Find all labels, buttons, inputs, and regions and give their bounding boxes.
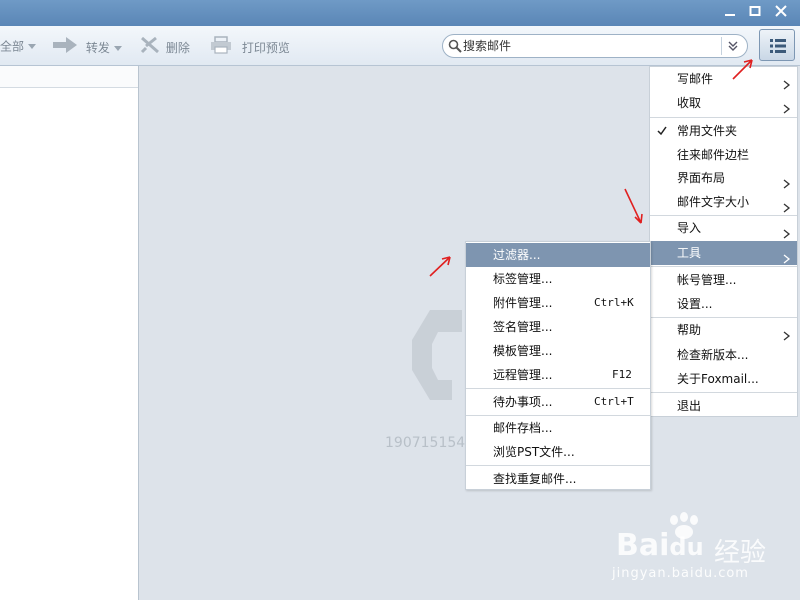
search-box[interactable]	[442, 34, 748, 58]
submenu-item-template-manager[interactable]: 模板管理...	[466, 339, 650, 363]
menu-item-label: 签名管理...	[493, 320, 553, 334]
folder-pane[interactable]	[0, 66, 139, 600]
menu-separator	[650, 392, 797, 393]
menu-item-label: 工具	[677, 246, 702, 260]
menu-item-about[interactable]: 关于Foxmail...	[650, 367, 797, 391]
delete-icon	[140, 36, 160, 60]
menu-item-shortcut: Ctrl+K	[594, 296, 634, 309]
submenu-item-mail-archive[interactable]: 邮件存档...	[466, 416, 650, 440]
menu-item-receive[interactable]: 收取	[650, 91, 797, 115]
printer-icon	[210, 36, 232, 60]
menu-item-label: 检查新版本...	[677, 348, 749, 362]
menu-item-label: 远程管理...	[493, 368, 553, 382]
menu-separator	[650, 117, 797, 118]
menu-item-help[interactable]: 帮助	[650, 318, 797, 342]
forward-button[interactable]: 转发	[52, 36, 122, 56]
main-menu: 写邮件 收取 常用文件夹 往来邮件边栏 界面布局 邮件文字大小 导入 工具 帐号…	[649, 66, 798, 417]
foxmail-logo	[412, 310, 472, 413]
menu-item-label: 关于Foxmail...	[677, 372, 759, 386]
menu-item-shortcut: F12	[612, 368, 632, 381]
close-icon[interactable]	[771, 3, 791, 23]
menu-item-label: 附件管理...	[493, 296, 553, 310]
menu-item-contact-sidebar[interactable]: 往来邮件边栏	[650, 143, 797, 167]
chevron-down-icon	[113, 45, 122, 51]
menu-item-label: 帮助	[677, 323, 702, 337]
menu-item-label: 过滤器...	[493, 248, 541, 262]
maximize-icon[interactable]	[745, 3, 765, 23]
double-chevron-down-icon	[728, 41, 738, 51]
menu-item-label: 标签管理...	[493, 272, 553, 286]
forward-arrow-icon	[52, 36, 78, 60]
main-menu-button[interactable]	[759, 29, 795, 61]
menu-item-label: 写邮件	[677, 72, 714, 86]
submenu-item-signature-manager[interactable]: 签名管理...	[466, 315, 650, 339]
toolbar: 全部 转发 删除 打印预览	[0, 26, 800, 66]
submenu-item-attachment-manager[interactable]: 附件管理... Ctrl+K	[466, 291, 650, 315]
menu-item-settings[interactable]: 设置...	[650, 292, 797, 316]
menu-item-shortcut: Ctrl+T	[594, 395, 634, 408]
tools-submenu: 过滤器... 标签管理... 附件管理... Ctrl+K 签名管理... 模板…	[465, 241, 651, 490]
submenu-item-todo[interactable]: 待办事项... Ctrl+T	[466, 390, 650, 414]
menu-item-check-update[interactable]: 检查新版本...	[650, 343, 797, 367]
menu-item-import[interactable]: 导入	[650, 216, 797, 240]
menu-item-label: 浏览PST文件...	[493, 445, 575, 459]
submenu-item-remote-manager[interactable]: 远程管理... F12	[466, 363, 650, 387]
watermark-brand-cn: 经验	[714, 538, 767, 568]
submenu-item-tag-manager[interactable]: 标签管理...	[466, 267, 650, 291]
menu-item-label: 界面布局	[677, 171, 726, 185]
menu-item-label: 常用文件夹	[677, 124, 738, 138]
menu-item-compose[interactable]: 写邮件	[650, 67, 797, 91]
title-bar	[0, 0, 800, 26]
watermark-url: jingyan.baidu.com	[612, 566, 749, 581]
list-menu-icon	[770, 39, 786, 53]
menu-separator	[466, 465, 650, 466]
menu-item-favorite-folders[interactable]: 常用文件夹	[650, 119, 797, 143]
menu-item-label: 邮件文字大小	[677, 195, 750, 209]
submenu-item-find-duplicates[interactable]: 查找重复邮件...	[466, 467, 650, 491]
submenu-item-browse-pst[interactable]: 浏览PST文件...	[466, 440, 650, 464]
menu-item-label: 往来邮件边栏	[677, 148, 750, 162]
account-text: 190715154	[385, 435, 466, 451]
forward-label: 转发	[85, 41, 110, 55]
reply-all-button[interactable]: 全部	[0, 36, 37, 56]
menu-item-tools[interactable]: 工具	[650, 241, 797, 265]
folder-pane-header	[0, 66, 138, 88]
baidu-watermark: Baidu 经验 jingyan.baidu.com	[612, 512, 792, 592]
print-preview-label: 打印预览	[241, 41, 290, 55]
menu-separator	[650, 266, 797, 267]
print-preview-button[interactable]: 打印预览	[210, 36, 290, 56]
watermark-brand: Baidu	[616, 528, 704, 563]
minimize-icon[interactable]	[720, 3, 740, 23]
delete-label: 删除	[165, 41, 190, 55]
search-options-button[interactable]	[721, 37, 743, 55]
search-icon	[448, 39, 462, 56]
menu-item-font-size[interactable]: 邮件文字大小	[650, 190, 797, 214]
menu-item-label: 收取	[677, 96, 702, 110]
reply-all-label: 全部	[0, 39, 25, 54]
menu-item-layout[interactable]: 界面布局	[650, 166, 797, 190]
menu-item-label: 查找重复邮件...	[493, 472, 577, 486]
menu-item-label: 设置...	[677, 297, 713, 311]
submenu-item-filters[interactable]: 过滤器...	[466, 243, 650, 267]
menu-item-label: 待办事项...	[493, 395, 553, 409]
menu-item-label: 导入	[677, 221, 702, 235]
menu-item-label: 帐号管理...	[677, 273, 737, 287]
menu-item-label: 模板管理...	[493, 344, 553, 358]
menu-item-label: 邮件存档...	[493, 421, 553, 435]
chevron-down-icon	[28, 44, 37, 49]
search-input[interactable]	[463, 37, 713, 55]
menu-separator	[466, 388, 650, 389]
menu-item-label: 退出	[677, 399, 702, 413]
menu-item-account-manager[interactable]: 帐号管理...	[650, 268, 797, 292]
delete-button[interactable]: 删除	[140, 36, 190, 56]
menu-item-exit[interactable]: 退出	[650, 394, 797, 418]
